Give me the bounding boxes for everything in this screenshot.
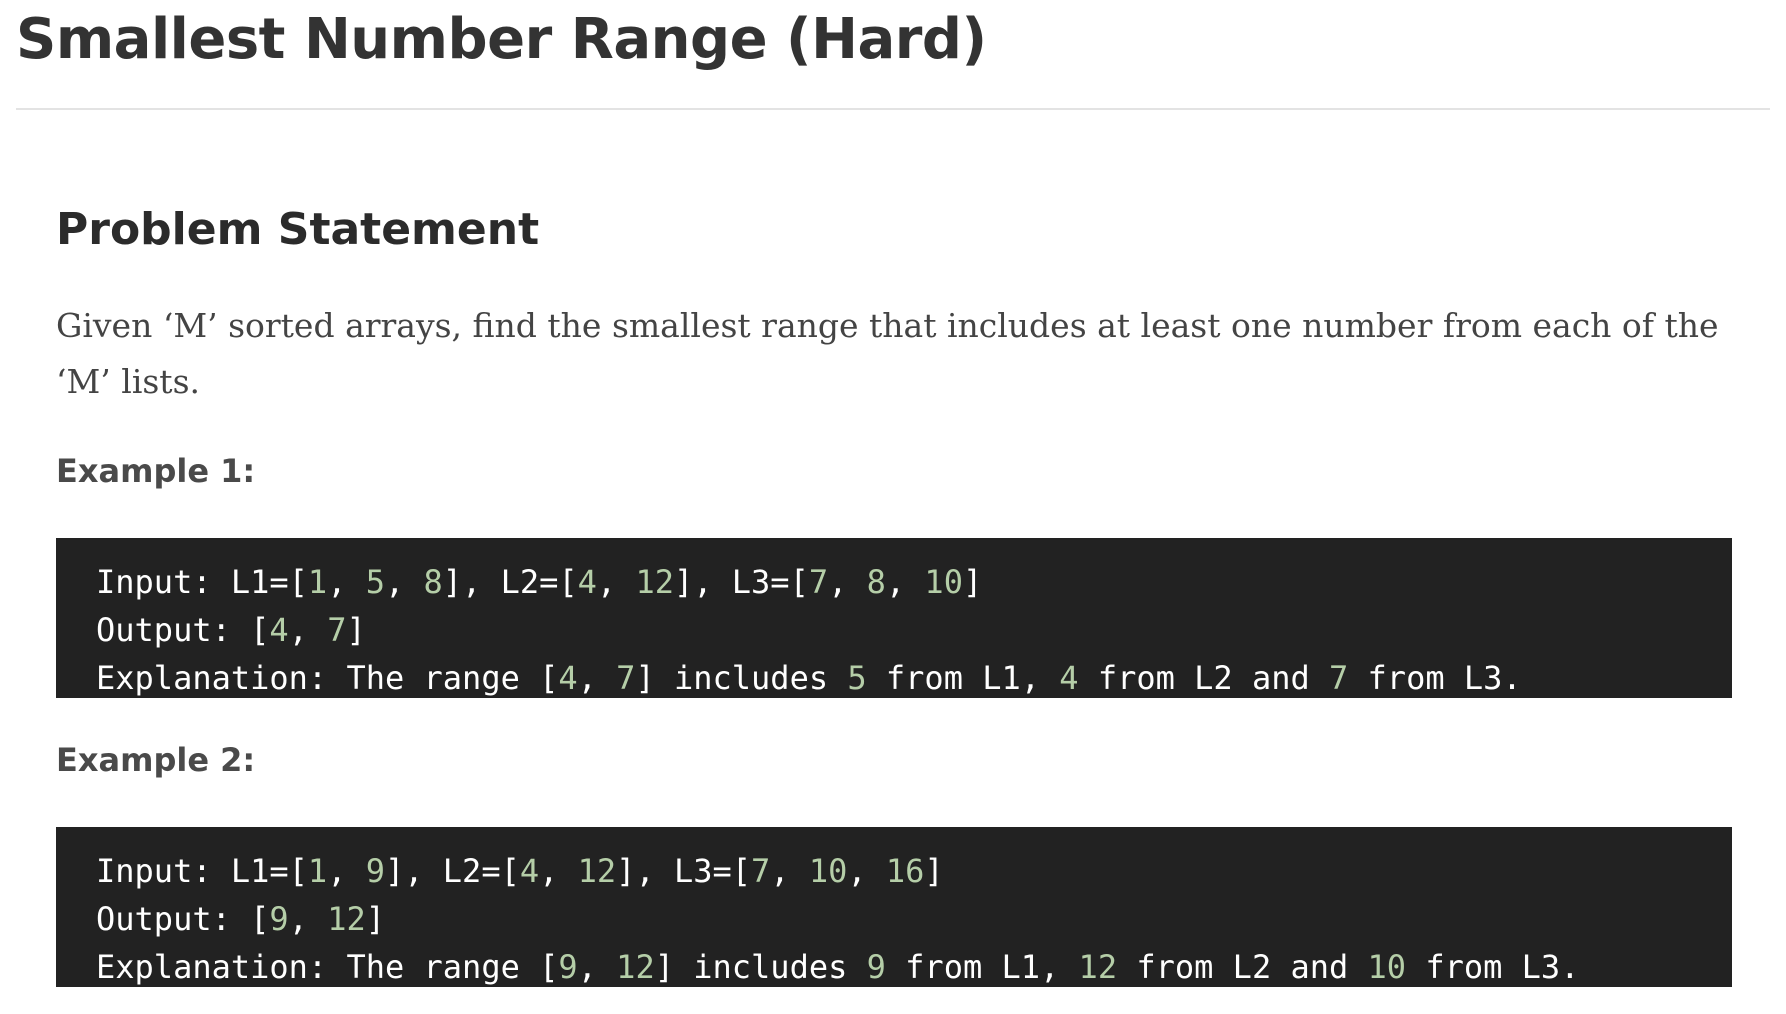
code-number: 9 bbox=[558, 948, 578, 986]
problem-statement-text: Given ‘M’ sorted arrays, find the smalle… bbox=[56, 306, 1719, 401]
code-text: , bbox=[384, 563, 424, 601]
code-number: 4 bbox=[558, 659, 578, 697]
code-text: from L1, bbox=[885, 948, 1079, 986]
code-number: 7 bbox=[751, 852, 771, 890]
code-text: , bbox=[828, 563, 867, 601]
code-text: ], L2=[ bbox=[442, 563, 578, 601]
code-number: 4 bbox=[269, 611, 289, 649]
code-text: from L3. bbox=[1406, 948, 1580, 986]
code-text: ], L2=[ bbox=[384, 852, 520, 890]
code-text: ] bbox=[924, 852, 944, 890]
code-number: 1 bbox=[307, 852, 328, 890]
code-number: 9 bbox=[269, 900, 289, 938]
code-text: from L2 and bbox=[1078, 659, 1329, 697]
code-line: Output: [9, 12] bbox=[96, 895, 1732, 943]
example-1-code-block: Input: L1=[1, 5, 8], L2=[4, 12], L3=[7, … bbox=[56, 538, 1732, 698]
code-number: 5 bbox=[847, 659, 867, 697]
example-2-code-block: Input: L1=[1, 9], L2=[4, 12], L3=[7, 10,… bbox=[56, 827, 1732, 987]
example-1-heading: Example 1: bbox=[56, 452, 256, 490]
page-title: Smallest Number Range (Hard) bbox=[16, 7, 987, 72]
code-number: 4 bbox=[519, 852, 540, 890]
code-number: 12 bbox=[616, 948, 655, 986]
code-number: 7 bbox=[808, 563, 829, 601]
code-number: 16 bbox=[885, 852, 925, 890]
code-text: , bbox=[288, 900, 328, 938]
code-text: from L3. bbox=[1348, 659, 1522, 697]
code-number: 10 bbox=[924, 563, 963, 601]
code-number: 12 bbox=[1078, 948, 1118, 986]
code-text: Explanation: The range [ bbox=[96, 659, 559, 697]
code-line: Output: [4, 7] bbox=[96, 606, 1732, 654]
code-number: 7 bbox=[1329, 659, 1349, 697]
code-number: 10 bbox=[808, 852, 848, 890]
code-number: 8 bbox=[866, 563, 886, 601]
code-text: from L1, bbox=[866, 659, 1060, 697]
code-text: ] includes bbox=[654, 948, 867, 986]
code-number: 4 bbox=[1059, 659, 1079, 697]
code-line: Input: L1=[1, 5, 8], L2=[4, 12], L3=[7, … bbox=[96, 558, 1732, 606]
code-text: , bbox=[847, 852, 886, 890]
code-text: , bbox=[539, 852, 578, 890]
code-number: 12 bbox=[577, 852, 617, 890]
code-number: 1 bbox=[307, 563, 328, 601]
code-text: ], L3=[ bbox=[616, 852, 752, 890]
code-text: ] includes bbox=[635, 659, 848, 697]
code-number: 10 bbox=[1367, 948, 1407, 986]
code-number: 4 bbox=[577, 563, 597, 601]
code-number: 12 bbox=[635, 563, 674, 601]
code-line: Explanation: The range [9, 12] includes … bbox=[96, 943, 1732, 991]
code-text: ] bbox=[962, 563, 983, 601]
code-line: Explanation: The range [4, 7] includes 5… bbox=[96, 654, 1732, 702]
code-text: Explanation: The range [ bbox=[96, 948, 559, 986]
code-number: 9 bbox=[365, 852, 385, 890]
code-number: 9 bbox=[866, 948, 886, 986]
code-text: , bbox=[577, 659, 617, 697]
problem-statement-heading: Problem Statement bbox=[56, 204, 540, 255]
code-text: Input: L1=[ bbox=[96, 563, 308, 601]
code-text: , bbox=[770, 852, 809, 890]
code-number: 7 bbox=[327, 611, 347, 649]
example-2-heading: Example 2: bbox=[56, 741, 256, 779]
code-number: 5 bbox=[365, 563, 385, 601]
code-number: 8 bbox=[423, 563, 443, 601]
code-text: , bbox=[288, 611, 328, 649]
code-text: from L2 and bbox=[1117, 948, 1368, 986]
code-text: Input: L1=[ bbox=[96, 852, 308, 890]
code-number: 7 bbox=[616, 659, 636, 697]
code-text: , bbox=[327, 852, 366, 890]
code-text: , bbox=[596, 563, 636, 601]
code-text: Output: [ bbox=[96, 900, 270, 938]
code-text: ], L3=[ bbox=[673, 563, 809, 601]
code-text: , bbox=[327, 563, 366, 601]
code-text: , bbox=[885, 563, 925, 601]
code-number: 12 bbox=[327, 900, 366, 938]
code-text: ] bbox=[365, 900, 385, 938]
title-divider bbox=[16, 108, 1770, 110]
code-text: , bbox=[577, 948, 617, 986]
code-line: Input: L1=[1, 9], L2=[4, 12], L3=[7, 10,… bbox=[96, 847, 1732, 895]
code-text: ] bbox=[346, 611, 366, 649]
code-text: Output: [ bbox=[96, 611, 270, 649]
